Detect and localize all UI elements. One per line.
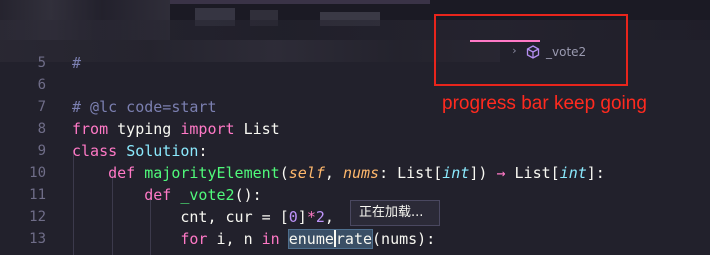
annotation-text: progress bar keep going [442, 93, 647, 114]
line-number: 9 [37, 143, 46, 159]
line-number: 8 [37, 121, 46, 137]
line-text: # @lc code=start [72, 98, 217, 116]
line-text: def majorityElement(self, nums: List[int… [108, 164, 605, 182]
line-text: cnt, cur = [0]*2, [180, 208, 334, 226]
line-number: 11 [29, 187, 46, 203]
line-number: 10 [29, 165, 46, 181]
line-text: from typing import List [72, 120, 280, 138]
active-tab[interactable] [170, 0, 430, 4]
line-number: 13 [29, 231, 46, 247]
loading-tooltip: 正在加载... [350, 200, 440, 226]
line-text: # [72, 54, 82, 72]
line-number: 7 [37, 99, 46, 115]
line-text: for i, n in enume rate(nums): [180, 229, 436, 249]
line-number: 6 [37, 77, 46, 93]
line-number: 5 [37, 55, 46, 71]
code-line: 8 from typing import List [0, 118, 710, 140]
line-text: def _vote2(): [144, 186, 262, 204]
code-line: 13 for i, n in enume rate(nums): [0, 228, 710, 250]
line-text: class Solution: [72, 142, 208, 160]
highlighted-word: enume rate [287, 229, 374, 249]
code-line: 9 class Solution: [0, 140, 710, 162]
annotation-highlight-box [434, 14, 628, 86]
code-line: 10 def majorityElement(self, nums: List[… [0, 162, 710, 184]
line-number: 12 [29, 209, 46, 225]
